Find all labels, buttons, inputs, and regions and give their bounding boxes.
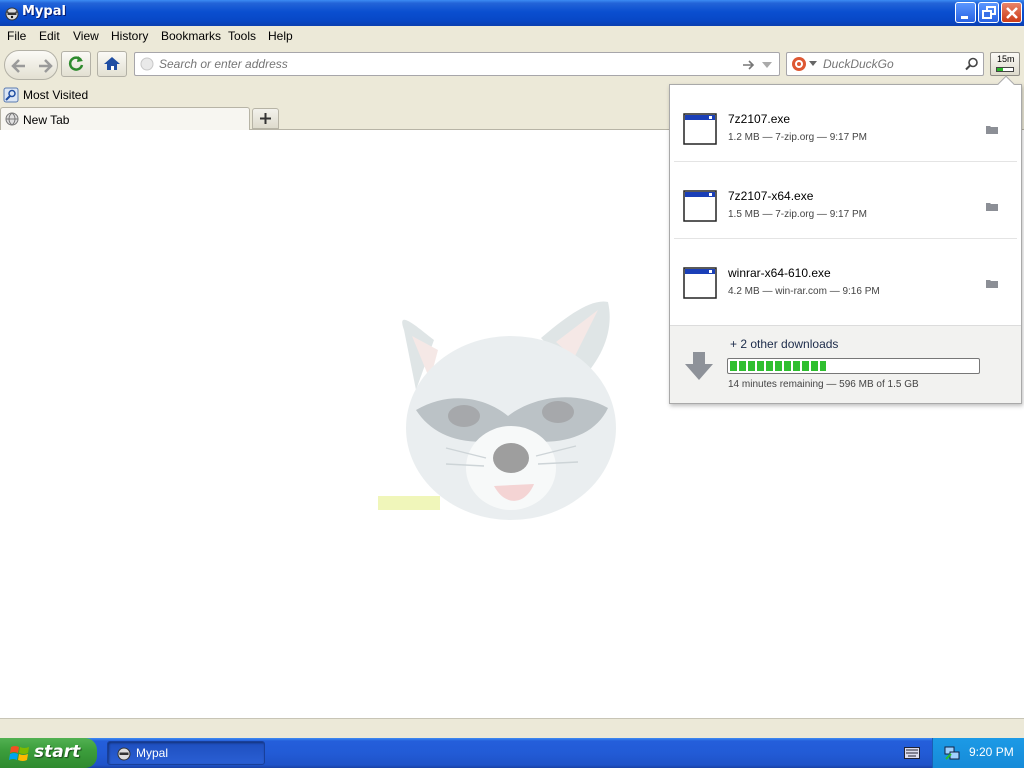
- title-bar[interactable]: Mypal: [0, 0, 1024, 26]
- menu-view[interactable]: View: [73, 29, 99, 43]
- close-icon: [1006, 7, 1018, 19]
- download-remaining-text: 14 minutes remaining — 596 MB of 1.5 GB: [728, 379, 919, 390]
- navigation-toolbar: 15m: [0, 46, 1024, 84]
- taskbar: start Mypal 9:20 PM: [0, 738, 1024, 768]
- address-input[interactable]: [159, 57, 729, 71]
- other-downloads-link[interactable]: + 2 other downloads: [730, 337, 838, 351]
- download-progress-fill: [730, 361, 827, 371]
- site-identity-icon: [140, 57, 154, 71]
- download-filename: winrar-x64-610.exe: [728, 266, 831, 280]
- system-tray: 9:20 PM: [932, 738, 1024, 768]
- reload-button[interactable]: [61, 51, 91, 77]
- minimize-icon: [961, 16, 968, 19]
- bookmark-most-visited[interactable]: Most Visited: [3, 87, 88, 103]
- smart-folder-icon: [3, 87, 19, 103]
- downloads-button[interactable]: 15m: [990, 52, 1020, 76]
- back-forward-group: [4, 50, 58, 80]
- menu-bar: File Edit View History Bookmarks Tools H…: [0, 26, 1024, 46]
- back-arrow-icon[interactable]: [9, 56, 29, 76]
- clock: 9:20 PM: [969, 745, 1014, 759]
- download-mini-progress-fill: [997, 68, 1004, 71]
- executable-file-icon: [683, 113, 717, 145]
- tab-label: New Tab: [23, 113, 70, 127]
- browser-window: Mypal File Edit View History Bookmarks T…: [0, 0, 1024, 768]
- forward-arrow-icon[interactable]: [35, 56, 55, 76]
- download-meta: 1.5 MB — 7-zip.org — 9:17 PM: [728, 209, 867, 220]
- menu-help[interactable]: Help: [268, 29, 293, 43]
- download-progress-bar: [727, 358, 980, 374]
- reload-icon: [68, 56, 84, 71]
- raccoon-mascot-image: [378, 301, 616, 520]
- menu-bookmarks[interactable]: Bookmarks: [161, 29, 221, 43]
- menu-file[interactable]: File: [7, 29, 26, 43]
- menu-edit[interactable]: Edit: [39, 29, 60, 43]
- executable-file-icon: [683, 190, 717, 222]
- taskbar-item-mypal[interactable]: Mypal: [107, 741, 265, 765]
- start-button[interactable]: start: [0, 738, 97, 768]
- raccoon-app-icon: [5, 7, 19, 21]
- home-button[interactable]: [97, 51, 127, 77]
- plus-icon: [260, 113, 271, 124]
- tab-new-tab[interactable]: New Tab: [0, 107, 250, 130]
- restore-icon: [982, 6, 996, 19]
- restore-button[interactable]: [978, 2, 999, 23]
- window-title: Mypal: [22, 4, 66, 19]
- keyboard-icon[interactable]: [904, 747, 920, 759]
- download-item[interactable]: 7z2107.exe 1.2 MB — 7-zip.org — 9:17 PM: [674, 85, 1017, 162]
- downloads-panel: 7z2107.exe 1.2 MB — 7-zip.org — 9:17 PM …: [669, 75, 1022, 404]
- download-summary[interactable]: + 2 other downloads 14 minutes remaining…: [670, 325, 1021, 403]
- raccoon-app-icon: [117, 747, 131, 761]
- download-item[interactable]: 7z2107-x64.exe 1.5 MB — 7-zip.org — 9:17…: [674, 162, 1017, 239]
- download-meta: 1.2 MB — 7-zip.org — 9:17 PM: [728, 132, 867, 143]
- search-icon[interactable]: [965, 57, 979, 71]
- download-mini-progress: [996, 67, 1014, 72]
- new-tab-button[interactable]: [252, 108, 279, 129]
- history-dropdown-icon[interactable]: [761, 60, 773, 70]
- globe-icon: [5, 112, 19, 126]
- status-bar: [0, 718, 1024, 738]
- engine-dropdown-icon[interactable]: [809, 61, 817, 67]
- search-input[interactable]: [823, 57, 963, 71]
- search-bar[interactable]: [786, 52, 984, 76]
- minimize-button[interactable]: [955, 2, 976, 23]
- network-icon[interactable]: [943, 745, 961, 761]
- download-filename: 7z2107-x64.exe: [728, 189, 814, 203]
- close-button[interactable]: [1001, 2, 1022, 23]
- windows-logo-icon: [9, 746, 29, 761]
- start-label: start: [34, 742, 81, 762]
- go-arrow-icon[interactable]: [741, 58, 755, 72]
- executable-file-icon: [683, 267, 717, 299]
- download-item[interactable]: winrar-x64-610.exe 4.2 MB — win-rar.com …: [674, 239, 1017, 316]
- download-filename: 7z2107.exe: [728, 112, 791, 126]
- menu-history[interactable]: History: [111, 29, 148, 43]
- download-time-indicator: 15m: [997, 54, 1015, 64]
- open-folder-icon[interactable]: [985, 277, 999, 289]
- menu-tools[interactable]: Tools: [228, 29, 256, 43]
- home-icon: [104, 57, 120, 70]
- download-meta: 4.2 MB — win-rar.com — 9:16 PM: [728, 286, 880, 297]
- address-bar[interactable]: [134, 52, 780, 76]
- download-arrow-icon: [685, 352, 713, 380]
- duckduckgo-icon[interactable]: [791, 56, 807, 72]
- open-folder-icon[interactable]: [985, 200, 999, 212]
- open-folder-icon[interactable]: [985, 123, 999, 135]
- bookmark-label: Most Visited: [23, 88, 89, 102]
- taskbar-item-label: Mypal: [136, 746, 169, 760]
